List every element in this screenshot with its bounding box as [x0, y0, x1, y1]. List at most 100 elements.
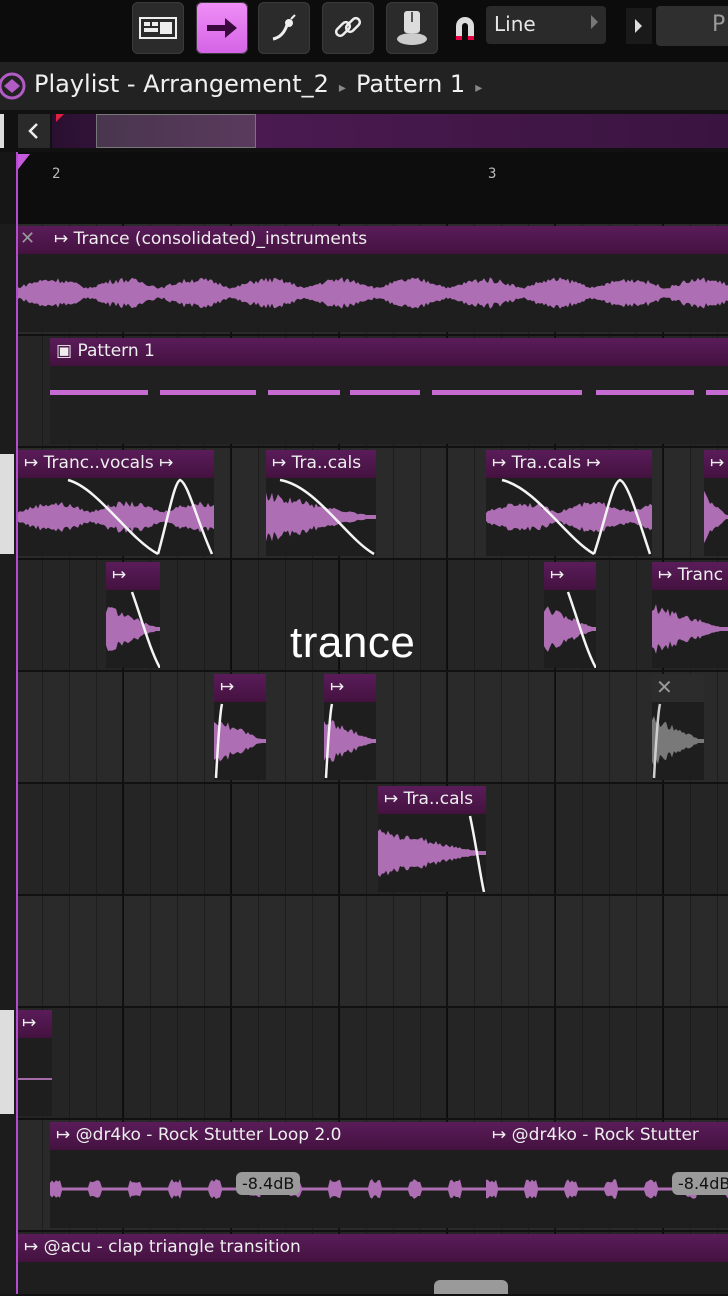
clip-audio-icon: ↦	[492, 1125, 512, 1145]
volume-readout[interactable]: -8.4dB	[236, 1172, 301, 1195]
clip-name: ↦ @acu - clap triangle transition	[24, 1237, 301, 1257]
audio-clip[interactable]: ↦	[544, 562, 596, 668]
clip-name: ↦ Tra..cals ↦	[492, 453, 601, 473]
track-row[interactable]: ↦ Tranc..vocals ↦ ↦ Tra..cals ↦ Tra..cal…	[16, 448, 728, 560]
track-selector[interactable]	[0, 454, 14, 554]
chevron-right-icon	[591, 15, 598, 29]
play-arrow-icon	[635, 19, 642, 33]
clip-audio-icon: ↦	[54, 229, 74, 249]
clip-audio-icon: ↦	[112, 565, 127, 585]
clip-audio-icon: ↦	[658, 565, 678, 585]
close-icon[interactable]: ✕	[20, 228, 35, 249]
marker-icon	[56, 114, 64, 122]
audio-clip[interactable]: ↦ @dr4ko - Rock Stutter Loop 2.0 -8.4dB	[50, 1122, 486, 1228]
track-row[interactable]: ↦ ↦ ✕	[16, 672, 728, 784]
volume-readout[interactable]	[434, 1280, 508, 1294]
scroll-thumb[interactable]	[96, 114, 256, 148]
audio-clip[interactable]: ↦	[106, 562, 160, 668]
track-row[interactable]: ▣ Pattern 1	[16, 336, 728, 448]
clip-audio-icon: ↦	[384, 789, 404, 809]
scroll-left-button[interactable]	[18, 114, 50, 148]
track-row[interactable]	[16, 896, 728, 1008]
pattern-selector[interactable]: P	[656, 6, 728, 46]
clip-audio-icon: ↦	[24, 1237, 44, 1257]
close-icon[interactable]: ✕	[656, 675, 673, 699]
audio-clip[interactable]: ↦ Tranc	[652, 562, 728, 668]
pattern-title[interactable]: Pattern 1	[356, 70, 465, 98]
snap-dropdown[interactable]: Line	[486, 6, 606, 44]
knob-icon	[397, 11, 427, 45]
clip-name: ↦ Tra..cals	[272, 453, 361, 473]
time-ruler[interactable]: 2 3	[16, 152, 728, 224]
track-row[interactable]: ↦ @acu - clap triangle transition	[16, 1232, 728, 1296]
pattern-selector-label: P	[712, 12, 726, 37]
waveform	[704, 490, 728, 544]
clip-label: Tranc..vocals	[43, 453, 154, 473]
clip-name: ↦ Trance (consolidated)_instruments	[54, 229, 367, 249]
track-row[interactable]: ✕ ↦ Trance (consolidated)_instruments	[16, 224, 728, 336]
waveform	[16, 277, 728, 309]
horizontal-scroll[interactable]	[0, 110, 728, 152]
automation-curve	[130, 591, 160, 668]
clip-label: Tra..cals	[403, 789, 474, 809]
window-title: Playlist - Arrangement_2	[34, 70, 329, 98]
clip-name: ↦ @dr4ko - Rock Stutter Loop 2.0	[56, 1125, 342, 1145]
knob-button[interactable]	[386, 2, 438, 54]
link-button[interactable]	[322, 2, 374, 54]
audio-clip[interactable]: ✕ ↦ Trance (consolidated)_instruments	[16, 226, 728, 332]
volume-readout[interactable]: -8.4dB	[672, 1172, 728, 1195]
automation-curve	[468, 815, 486, 892]
link-icon	[334, 16, 362, 38]
pattern-prev-button[interactable]	[626, 8, 652, 44]
clip-label: Tra..cals	[291, 453, 362, 473]
draw-mode-button[interactable]	[196, 2, 248, 54]
playlist-view-icon	[139, 17, 177, 39]
audio-clip[interactable]: ↦ Tra..cals	[266, 450, 376, 556]
playlist-view-button[interactable]	[132, 2, 184, 54]
playlist-menu-icon[interactable]	[0, 70, 28, 102]
audio-clip[interactable]: ↦	[704, 450, 728, 556]
pattern-clip[interactable]: ▣ Pattern 1	[50, 338, 728, 444]
playlist-title: Playlist - Arrangement_2 ▸ Pattern 1 ▸	[34, 70, 492, 98]
clip-audio-icon: ↦	[56, 1125, 76, 1145]
pattern-icon: ▣	[56, 341, 78, 361]
automation-curve	[501, 478, 652, 556]
audio-clip[interactable]: ↦ Tra..cals	[378, 786, 486, 892]
clip-audio-icon: ↦	[492, 453, 512, 473]
automation-curve	[324, 703, 334, 779]
bar-number: 2	[52, 166, 61, 182]
arrow-right-icon	[207, 18, 237, 38]
audio-clip[interactable]: ↦ @dr4ko - Rock Stutter -8.4dB	[486, 1122, 728, 1228]
magnet-icon[interactable]	[452, 14, 478, 42]
clip-name: ↦ Tra..cals	[384, 789, 473, 809]
audio-clip[interactable]: ↦ Tra..cals ↦	[486, 450, 652, 556]
audio-clip[interactable]: ↦	[214, 674, 266, 780]
clip-label: @dr4ko - Rock Stutter	[511, 1125, 699, 1145]
automation-curve	[214, 703, 224, 779]
track-row[interactable]: ↦	[16, 1008, 728, 1120]
audio-clip[interactable]: ↦	[18, 1010, 52, 1116]
track-header-strip	[0, 224, 16, 1294]
audio-clip[interactable]: ↦ Tranc..vocals ↦	[18, 450, 214, 556]
playlist-titlebar: Playlist - Arrangement_2 ▸ Pattern 1 ▸	[0, 62, 728, 110]
track-selector[interactable]	[0, 1010, 14, 1114]
playlist-grid[interactable]: ✕ ↦ Trance (consolidated)_instruments ▣ …	[16, 152, 728, 1296]
muted-audio-clip[interactable]: ✕	[652, 674, 704, 780]
track-row[interactable]: ↦ Tra..cals	[16, 784, 728, 896]
clip-label: Pattern 1	[77, 341, 155, 361]
clip-audio-icon: ↦	[24, 453, 44, 473]
clip-audio-icon: ↦	[22, 1013, 37, 1033]
pattern-notes	[50, 390, 728, 396]
audio-clip[interactable]: ↦	[324, 674, 376, 780]
audio-clip[interactable]: ↦ @acu - clap triangle transition	[18, 1234, 728, 1294]
clip-label: @dr4ko - Rock Stutter Loop 2.0	[75, 1125, 342, 1145]
song-start-marker-icon[interactable]	[16, 154, 32, 176]
step-edit-button[interactable]	[258, 2, 310, 54]
clip-audio-icon: ↦	[153, 453, 174, 473]
breadcrumb-arrow-icon: ▸	[475, 80, 483, 96]
clip-name: ↦ Tranc..vocals ↦	[24, 453, 173, 473]
clip-label: Tra..cals	[511, 453, 582, 473]
clip-audio-icon: ↦	[581, 453, 601, 473]
track-row[interactable]: ↦ @dr4ko - Rock Stutter Loop 2.0 -8.4dB …	[16, 1120, 728, 1232]
waveform	[18, 1078, 52, 1080]
